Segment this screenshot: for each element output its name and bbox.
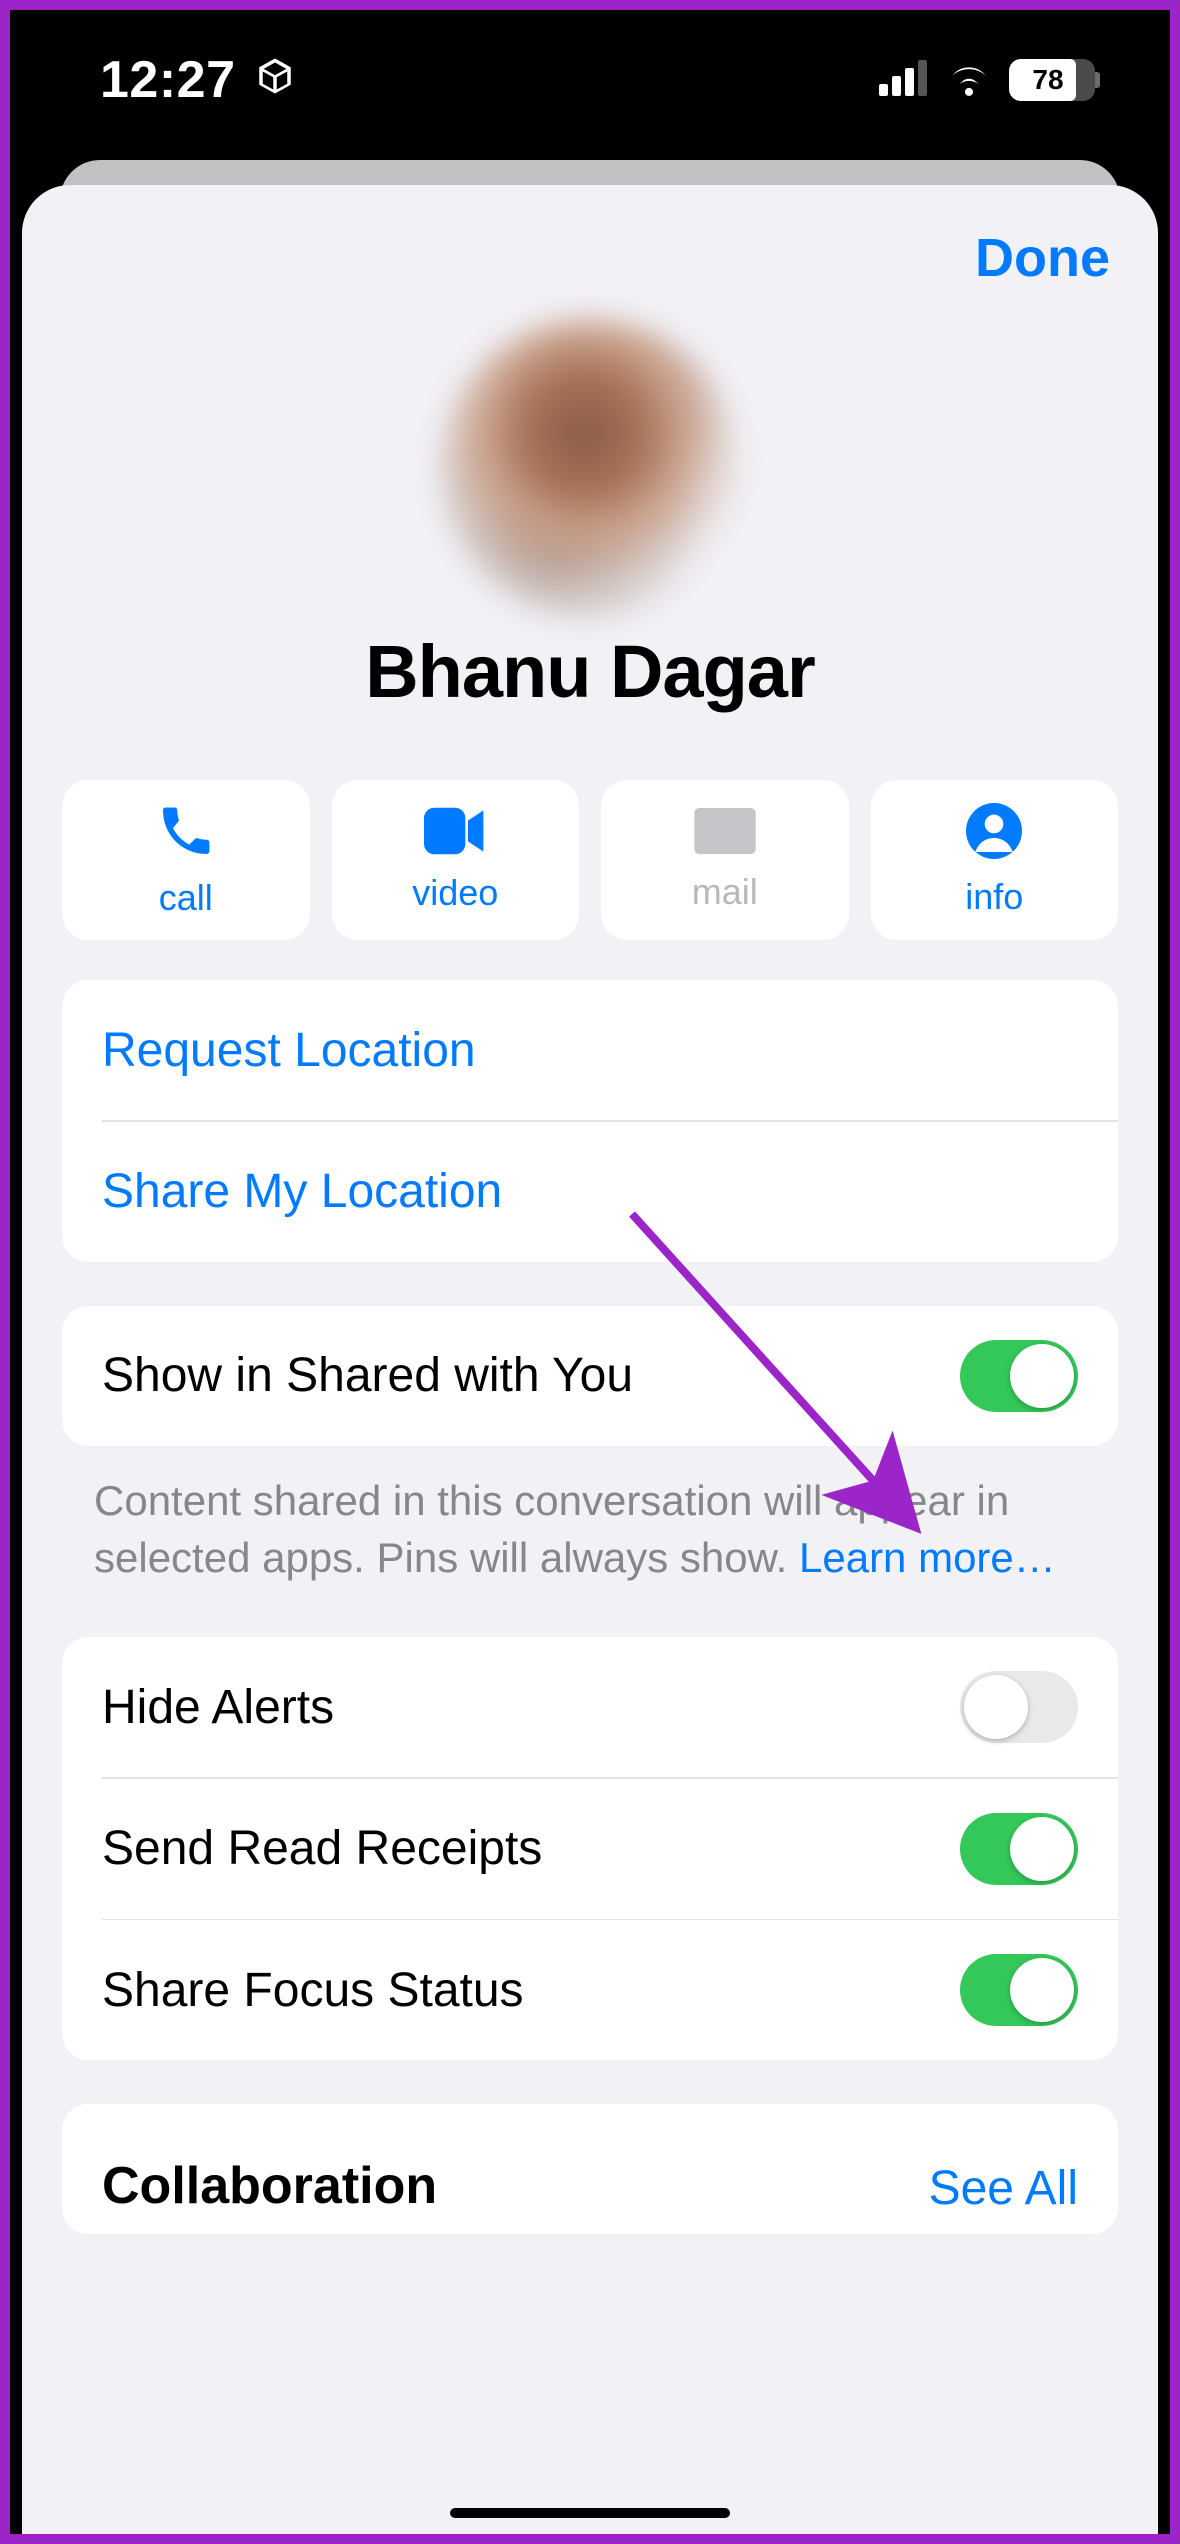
share-my-location-label: Share My Location bbox=[102, 1164, 502, 1219]
info-label: info bbox=[965, 876, 1023, 918]
action-button-row: call video mail info bbox=[22, 744, 1158, 980]
info-person-icon bbox=[966, 803, 1022, 864]
wifi-icon bbox=[943, 59, 995, 102]
contact-name: Bhanu Dagar bbox=[22, 629, 1158, 714]
show-in-shared-label: Show in Shared with You bbox=[102, 1348, 633, 1403]
shared-with-you-group: Show in Shared with You bbox=[62, 1306, 1118, 1446]
call-button[interactable]: call bbox=[62, 780, 310, 940]
learn-more-link[interactable]: Learn more… bbox=[799, 1534, 1056, 1581]
request-location-row[interactable]: Request Location bbox=[62, 980, 1118, 1120]
mail-label: mail bbox=[692, 871, 758, 913]
show-in-shared-toggle[interactable] bbox=[960, 1340, 1078, 1412]
read-receipts-row: Send Read Receipts bbox=[62, 1779, 1118, 1919]
collaboration-see-all-button[interactable]: See All bbox=[929, 2161, 1078, 2216]
done-button[interactable]: Done bbox=[975, 227, 1110, 289]
home-indicator[interactable] bbox=[450, 2508, 730, 2518]
video-icon bbox=[424, 807, 486, 860]
location-group: Request Location Share My Location bbox=[62, 980, 1118, 1262]
read-receipts-toggle[interactable] bbox=[960, 1813, 1078, 1885]
share-my-location-row[interactable]: Share My Location bbox=[62, 1122, 1118, 1262]
show-in-shared-row: Show in Shared with You bbox=[62, 1306, 1118, 1446]
hide-alerts-label: Hide Alerts bbox=[102, 1680, 334, 1735]
collaboration-group: Collaboration See All bbox=[62, 2104, 1118, 2234]
request-location-label: Request Location bbox=[102, 1023, 476, 1078]
status-bar: 12:27 78 bbox=[10, 10, 1170, 150]
mail-button: mail bbox=[601, 780, 849, 940]
device-frame: 12:27 78 Done Bhanu Dagar bbox=[10, 10, 1170, 2534]
focus-status-label: Share Focus Status bbox=[102, 1963, 524, 2018]
status-right: 78 bbox=[879, 59, 1100, 102]
collaboration-header-row: Collaboration See All bbox=[62, 2104, 1118, 2234]
sheet-nav: Done bbox=[22, 185, 1158, 309]
battery-indicator: 78 bbox=[1009, 59, 1100, 101]
shared-footnote: Content shared in this conversation will… bbox=[94, 1472, 1086, 1588]
video-button[interactable]: video bbox=[332, 780, 580, 940]
contact-profile: Bhanu Dagar bbox=[22, 309, 1158, 744]
cellular-icon bbox=[879, 60, 929, 101]
call-label: call bbox=[159, 877, 213, 919]
focus-status-toggle[interactable] bbox=[960, 1954, 1078, 2026]
collaboration-title: Collaboration bbox=[102, 2156, 437, 2216]
status-time: 12:27 bbox=[100, 50, 236, 110]
hide-alerts-toggle[interactable] bbox=[960, 1671, 1078, 1743]
read-receipts-label: Send Read Receipts bbox=[102, 1821, 542, 1876]
info-button[interactable]: info bbox=[871, 780, 1119, 940]
focus-status-row: Share Focus Status bbox=[62, 1920, 1118, 2060]
conversation-settings-group: Hide Alerts Send Read Receipts Share Foc… bbox=[62, 1637, 1118, 2060]
contact-detail-sheet: Done Bhanu Dagar call video bbox=[22, 185, 1158, 2534]
package-icon bbox=[254, 50, 296, 110]
mail-icon bbox=[694, 808, 756, 859]
phone-icon bbox=[157, 802, 215, 865]
contact-avatar[interactable] bbox=[440, 319, 740, 619]
status-left: 12:27 bbox=[100, 50, 296, 110]
video-label: video bbox=[412, 872, 498, 914]
hide-alerts-row: Hide Alerts bbox=[62, 1637, 1118, 1777]
battery-level: 78 bbox=[1005, 64, 1091, 96]
